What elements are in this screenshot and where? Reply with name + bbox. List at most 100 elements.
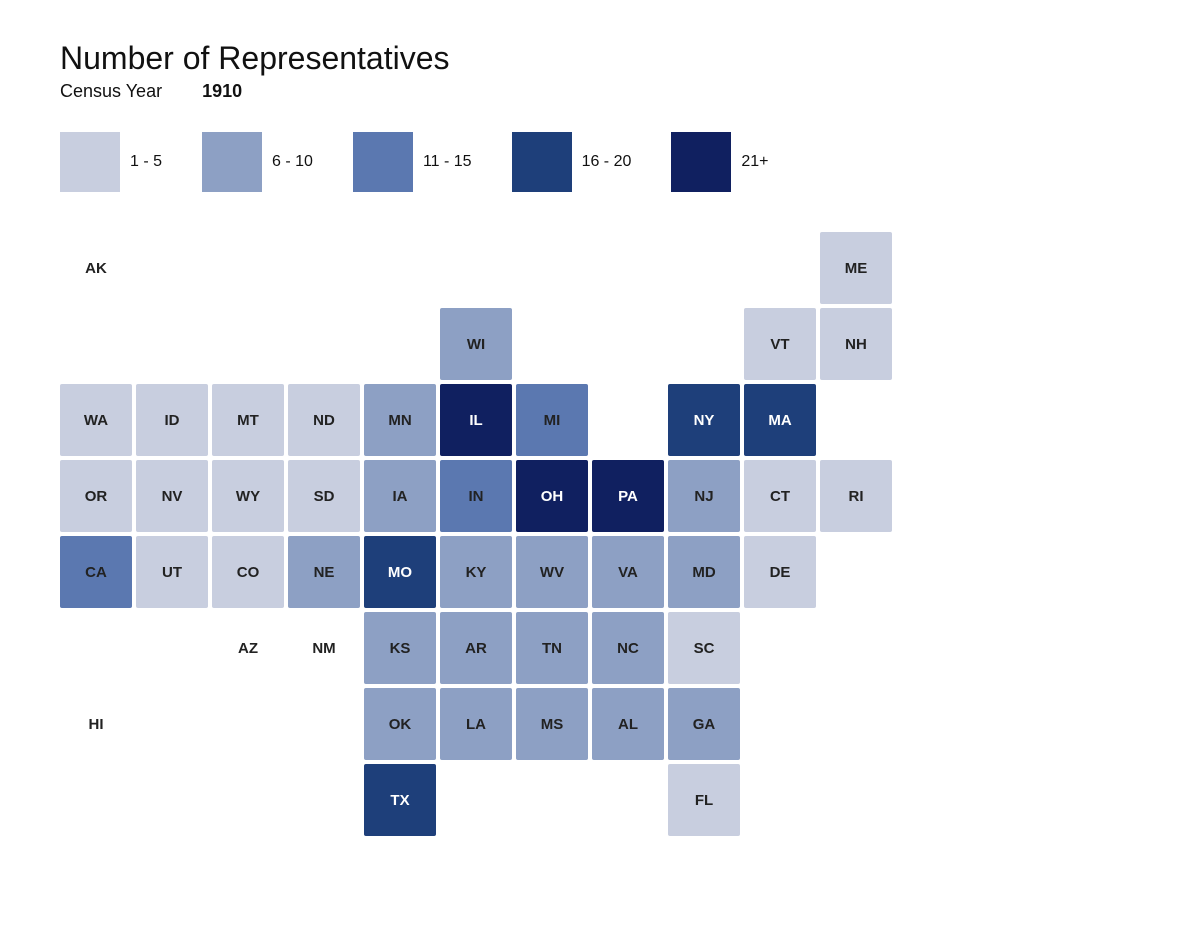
state-in: IN — [440, 460, 512, 532]
grid-cell — [136, 688, 208, 760]
state-vt: VT — [744, 308, 816, 380]
state-il: IL — [440, 384, 512, 456]
legend-color-box — [671, 132, 731, 192]
grid-cell — [60, 764, 132, 836]
grid-cell — [60, 308, 132, 380]
grid-cell — [440, 232, 512, 304]
page-title: Number of Representatives — [60, 40, 1140, 77]
map-area: AKMEWIVTNHWAIDMTNDMNILMINYMAORNVWYSDIAIN… — [60, 232, 1140, 836]
state-ks: KS — [364, 612, 436, 684]
state-ne: NE — [288, 536, 360, 608]
state-mo: MO — [364, 536, 436, 608]
state-md: MD — [668, 536, 740, 608]
grid-cell — [288, 688, 360, 760]
state-fl: FL — [668, 764, 740, 836]
grid-cell — [136, 232, 208, 304]
legend-item: 21+ — [671, 132, 768, 192]
state-wa: WA — [60, 384, 132, 456]
grid-cell — [136, 308, 208, 380]
state-ia: IA — [364, 460, 436, 532]
legend: 1 - 5 6 - 10 11 - 15 16 - 20 21+ — [60, 132, 1140, 192]
grid-cell — [364, 232, 436, 304]
grid-cell — [592, 384, 664, 456]
legend-label: 6 - 10 — [272, 153, 313, 171]
grid-cell — [820, 612, 892, 684]
state-ny: NY — [668, 384, 740, 456]
legend-color-box — [60, 132, 120, 192]
grid-cell — [288, 764, 360, 836]
state-ak: AK — [60, 232, 132, 304]
grid-cell — [288, 232, 360, 304]
grid-cell — [212, 308, 284, 380]
legend-item: 16 - 20 — [512, 132, 632, 192]
grid-cell — [136, 612, 208, 684]
state-tn: TN — [516, 612, 588, 684]
state-wv: WV — [516, 536, 588, 608]
grid-cell — [288, 308, 360, 380]
legend-label: 21+ — [741, 153, 768, 171]
state-co: CO — [212, 536, 284, 608]
grid-cell — [136, 764, 208, 836]
legend-item: 6 - 10 — [202, 132, 313, 192]
grid-cell — [592, 764, 664, 836]
state-mn: MN — [364, 384, 436, 456]
legend-label: 1 - 5 — [130, 153, 162, 171]
state-tx: TX — [364, 764, 436, 836]
state-wi: WI — [440, 308, 512, 380]
state-id: ID — [136, 384, 208, 456]
grid-cell — [820, 688, 892, 760]
census-year: 1910 — [202, 81, 242, 102]
legend-color-box — [202, 132, 262, 192]
state-mt: MT — [212, 384, 284, 456]
state-az: AZ — [212, 612, 284, 684]
state-wy: WY — [212, 460, 284, 532]
state-ca: CA — [60, 536, 132, 608]
state-nj: NJ — [668, 460, 740, 532]
state-ky: KY — [440, 536, 512, 608]
state-nv: NV — [136, 460, 208, 532]
state-de: DE — [744, 536, 816, 608]
grid-cell — [212, 688, 284, 760]
state-ut: UT — [136, 536, 208, 608]
state-nc: NC — [592, 612, 664, 684]
state-ok: OK — [364, 688, 436, 760]
state-nd: ND — [288, 384, 360, 456]
state-ma: MA — [744, 384, 816, 456]
state-hi: HI — [60, 688, 132, 760]
grid-cell — [516, 232, 588, 304]
grid-cell — [516, 308, 588, 380]
state-va: VA — [592, 536, 664, 608]
state-pa: PA — [592, 460, 664, 532]
state-mi: MI — [516, 384, 588, 456]
grid-cell — [516, 764, 588, 836]
state-la: LA — [440, 688, 512, 760]
state-sd: SD — [288, 460, 360, 532]
grid-cell — [744, 232, 816, 304]
grid-cell — [744, 764, 816, 836]
grid-cell — [668, 232, 740, 304]
grid-cell — [60, 612, 132, 684]
state-ri: RI — [820, 460, 892, 532]
grid-cell — [820, 536, 892, 608]
grid-cell — [592, 308, 664, 380]
grid-cell — [820, 384, 892, 456]
legend-label: 16 - 20 — [582, 153, 632, 171]
grid-cell — [212, 232, 284, 304]
legend-item: 1 - 5 — [60, 132, 162, 192]
subtitle: Census Year 1910 — [60, 81, 1140, 102]
legend-item: 11 - 15 — [353, 132, 472, 192]
state-ga: GA — [668, 688, 740, 760]
grid-cell — [212, 764, 284, 836]
state-al: AL — [592, 688, 664, 760]
state-ct: CT — [744, 460, 816, 532]
state-sc: SC — [668, 612, 740, 684]
state-ms: MS — [516, 688, 588, 760]
state-nm: NM — [288, 612, 360, 684]
legend-color-box — [512, 132, 572, 192]
state-or: OR — [60, 460, 132, 532]
grid-cell — [744, 688, 816, 760]
grid-cell — [744, 612, 816, 684]
state-oh: OH — [516, 460, 588, 532]
legend-label: 11 - 15 — [423, 153, 472, 171]
grid-cell — [820, 764, 892, 836]
